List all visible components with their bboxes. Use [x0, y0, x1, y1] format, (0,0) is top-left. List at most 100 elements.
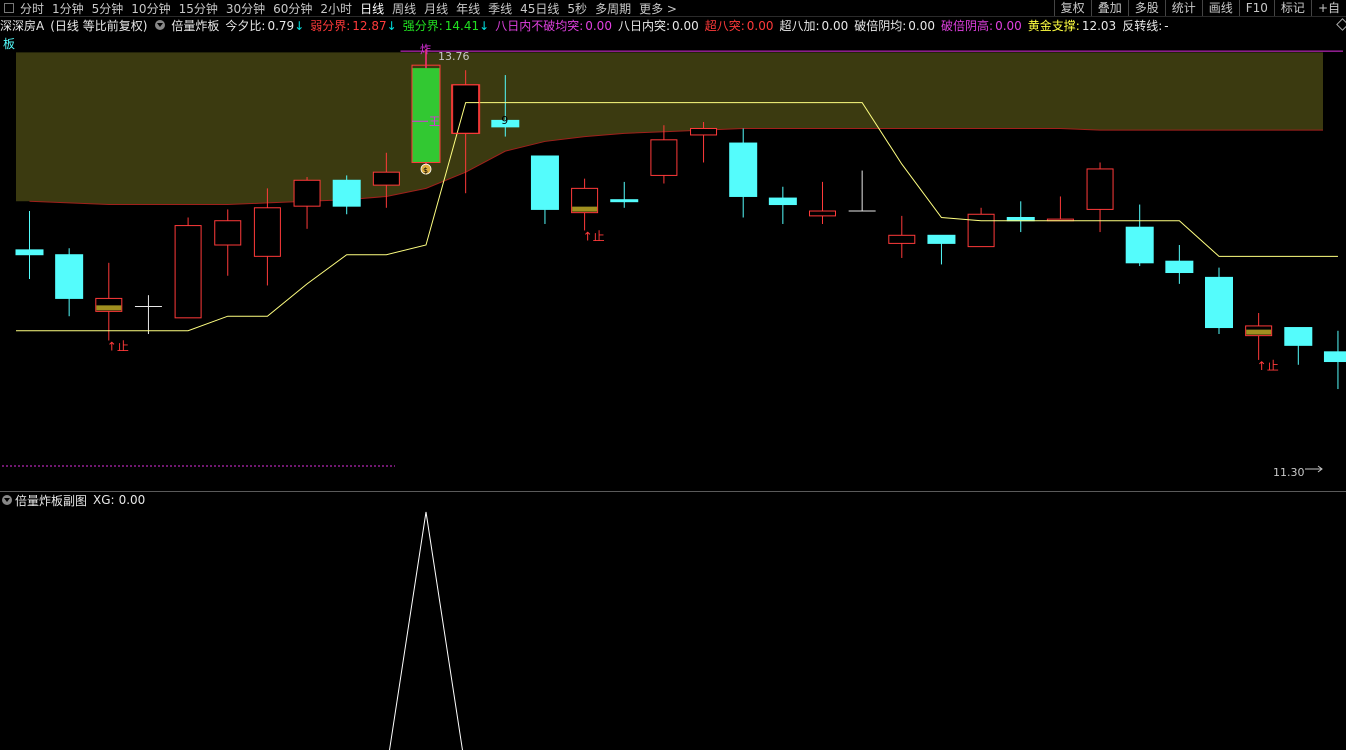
toolbar-button-3[interactable]: 统计: [1164, 0, 1202, 16]
candle-body: [768, 197, 797, 206]
main-chart[interactable]: 板 ↑止 ↑止 ↑止 13.76 炸王 $9 11.30: [0, 33, 1346, 491]
window-toggle-icon[interactable]: [4, 3, 14, 13]
candle: [967, 207, 995, 248]
candle: [729, 128, 758, 218]
toolbar-button-7[interactable]: +自: [1310, 0, 1346, 16]
indicator-item-10: 反转线: -: [1122, 17, 1168, 34]
indicator-values: 今夕比: 0.79↓ 弱分界: 12.87↓ 强分界: 14.41↓ 八日内不破均突: 0.0…: [225, 17, 1174, 34]
candle-body: [1323, 351, 1346, 363]
sub-indicator-label: XG:: [93, 493, 115, 507]
indicator-item-value: 0.00: [672, 18, 699, 33]
candle: [1205, 267, 1233, 335]
indicator-item-1: 弱分界: 12.87↓: [310, 17, 396, 34]
candle-body: [1284, 327, 1313, 346]
candle: [650, 125, 678, 184]
candle: [332, 175, 361, 215]
chart-mode: (日线 等比前复权): [50, 18, 148, 33]
period-tab-9[interactable]: 周线: [392, 0, 416, 17]
indicator-item-label: 反转线:: [1122, 18, 1163, 33]
candle: [610, 181, 639, 208]
sub-indicator-dropdown-icon[interactable]: [2, 495, 12, 505]
indicator-dropdown-icon[interactable]: [155, 20, 166, 30]
period-toolbar: 分时 1分钟 5分钟 10分钟 15分钟 30分钟 60分钟 2小时 日线 周线 月线 年线 季线 45日…: [0, 0, 1346, 17]
indicator-item-label: 今夕比:: [225, 18, 266, 33]
indicator-name[interactable]: 倍量炸板: [171, 17, 219, 34]
king-label: 王: [429, 115, 440, 128]
candle-body: [809, 210, 836, 217]
low-price-label: 11.30: [1273, 466, 1305, 479]
period-tab-14[interactable]: 5秒: [567, 0, 587, 17]
toolbar-button-4[interactable]: 画线: [1201, 0, 1239, 16]
candle: [1165, 245, 1194, 284]
toolbar-button-1[interactable]: 叠加: [1090, 0, 1128, 16]
period-tab-2[interactable]: 5分钟: [92, 0, 124, 17]
candle: [530, 155, 559, 224]
candle: [1006, 201, 1035, 233]
sub-chart[interactable]: [0, 510, 1346, 750]
period-tab-10[interactable]: 月线: [424, 0, 448, 17]
indicator-item-label: 强分界:: [402, 18, 443, 33]
candle: [55, 248, 84, 317]
period-tab-5[interactable]: 30分钟: [226, 0, 265, 17]
candle: [1323, 330, 1346, 390]
period-tab-8[interactable]: 日线: [360, 0, 384, 17]
indicator-item-value: 14.41: [444, 18, 480, 33]
indicator-item-6: 超八加: 0.00: [779, 17, 848, 34]
sub-indicator-name[interactable]: 倍量炸板副图: [15, 492, 87, 509]
stop-label: ↑止: [107, 339, 129, 353]
indicator-item-label: 黄金支撑:: [1027, 18, 1080, 33]
stop-marker-bar: [96, 305, 122, 311]
period-tab-12[interactable]: 季线: [488, 0, 512, 17]
indicator-item-value: 0.00: [585, 18, 612, 33]
period-tab-1[interactable]: 1分钟: [52, 0, 84, 17]
down-arrow-icon: ↓: [386, 18, 397, 33]
period-tab-3[interactable]: 10分钟: [131, 0, 170, 17]
candle-body: [530, 155, 559, 210]
period-tab-6[interactable]: 60分钟: [273, 0, 312, 17]
candle-body: [729, 142, 758, 197]
period-tab-4[interactable]: 15分钟: [179, 0, 218, 17]
toolbar-button-0[interactable]: 复权: [1053, 0, 1091, 16]
signal-spike: [389, 511, 463, 750]
down-arrow-icon: ↓: [294, 18, 305, 33]
candle-body: [452, 84, 480, 134]
indicator-item-label: 弱分界:: [310, 18, 351, 33]
indicator-item-value: 0.00: [995, 18, 1022, 33]
stock-name[interactable]: 深深房A: [0, 17, 44, 34]
indicator-item-value: 12.87: [352, 18, 387, 33]
candle: ↑止: [571, 178, 605, 243]
indicator-item-5: 超八突: 0.00: [705, 17, 774, 34]
period-tab-0[interactable]: 分时: [20, 0, 44, 17]
candle-body: [253, 207, 281, 257]
candle: [293, 177, 321, 229]
candle-body: [55, 254, 84, 299]
candle: [1125, 204, 1154, 267]
candle: [888, 215, 916, 258]
period-tab-13[interactable]: 45日线: [520, 0, 559, 17]
toolbar-button-5[interactable]: F10: [1238, 0, 1274, 16]
candle-body: [372, 171, 400, 186]
indicator-item-label: 超八加:: [779, 18, 820, 33]
candle-body: [1165, 260, 1194, 274]
period-tab-16[interactable]: 更多 >: [639, 0, 677, 17]
toolbar-button-6[interactable]: 标记: [1273, 0, 1311, 16]
candle: ↑止: [95, 262, 129, 353]
period-tab-15[interactable]: 多周期: [595, 0, 631, 17]
indicator-item-3: 八日内不破均突: 0.00: [495, 17, 612, 34]
indicator-item-value: 12.03: [1081, 18, 1117, 33]
candle: [809, 181, 836, 224]
candle-body: [650, 139, 678, 176]
toolbar-button-2[interactable]: 多股: [1127, 0, 1165, 16]
coin-label: $: [423, 166, 428, 175]
candle-body: [332, 179, 361, 207]
period-tab-7[interactable]: 2小时: [320, 0, 352, 17]
candle: [1086, 162, 1114, 233]
indicator-item-label: 八日内突:: [617, 18, 670, 33]
indicator-item-2: 强分界: 14.41↓: [403, 17, 489, 34]
period-tab-11[interactable]: 年线: [456, 0, 480, 17]
indicator-item-value: 0.00: [821, 18, 849, 33]
right-arrow-icon: [1305, 465, 1323, 473]
resistance-zone: [16, 52, 1323, 205]
candle-marker-label: 9: [501, 114, 508, 127]
rocket-icon: 炸: [420, 43, 431, 56]
